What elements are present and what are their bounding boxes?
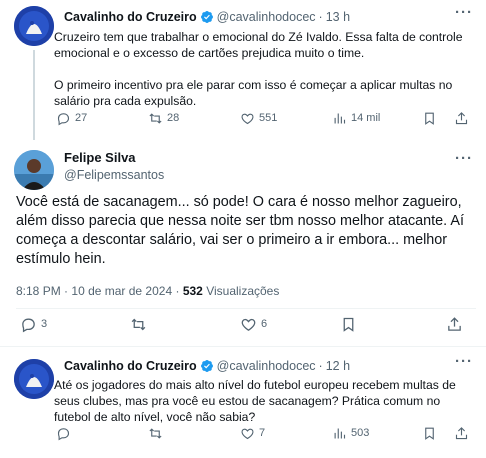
like-count: 6 (261, 318, 268, 330)
like-icon (241, 113, 254, 124)
author-name[interactable]: Cavalinho do Cruzeiro (64, 10, 197, 24)
avatar[interactable] (14, 6, 54, 46)
verified-icon (200, 10, 214, 24)
bookmark-button[interactable] (422, 111, 437, 126)
tweet-time[interactable]: 8:18 PM (16, 284, 61, 298)
bookmark-icon (425, 112, 434, 125)
author-handle[interactable]: @cavalinhodocec (217, 10, 316, 24)
views-icon (334, 113, 346, 123)
author-name[interactable]: Cavalinho do Cruzeiro (64, 359, 197, 373)
like-icon (241, 428, 254, 439)
separator-dot: · (318, 10, 323, 24)
avatar[interactable] (14, 359, 54, 399)
like-count: 7 (259, 427, 266, 439)
more-icon[interactable]: ··· (455, 4, 473, 21)
tweet-cavalinho-1[interactable]: Cavalinho do Cruzeiro @cavalinhodocec · … (0, 0, 486, 140)
main-author: Felipe Silva @Felipemssantos (64, 150, 164, 182)
tweet-time[interactable]: 12 h (326, 359, 350, 373)
bookmark-icon (343, 317, 354, 332)
share-button[interactable] (446, 316, 463, 333)
repost-icon (149, 427, 162, 439)
tweet-date[interactable]: 10 de mar de 2024 (71, 284, 172, 298)
separator-dot: · (318, 359, 323, 373)
tweet-header: Cavalinho do Cruzeiro @cavalinhodocec · … (64, 10, 350, 24)
share-icon (455, 426, 468, 439)
views-button[interactable]: 503 (332, 426, 369, 441)
share-button[interactable] (454, 111, 469, 126)
divider (16, 308, 476, 309)
views-label: Visualizações (206, 284, 280, 298)
bookmark-icon (425, 427, 434, 440)
reply-icon (57, 427, 70, 440)
bookmark-button[interactable] (422, 426, 437, 441)
tweet-time[interactable]: 13 h (326, 10, 350, 24)
tweet-header: Cavalinho do Cruzeiro @cavalinhodocec · … (64, 359, 350, 373)
bookmark-button[interactable] (340, 316, 357, 333)
avatar-image (14, 150, 54, 190)
more-icon[interactable]: ··· (455, 150, 473, 167)
like-icon (241, 318, 256, 331)
avatar-image (14, 6, 54, 46)
tweet-meta: 8:18 PM · 10 de mar de 2024 · 532 Visual… (16, 284, 280, 298)
like-button[interactable]: 7 (240, 426, 265, 441)
repost-button[interactable]: 28 (148, 111, 179, 126)
like-button[interactable]: 6 (240, 316, 267, 333)
views-count: 14 mil (351, 112, 381, 124)
author-name[interactable]: Felipe Silva (64, 150, 136, 165)
tweet-cavalinho-2[interactable]: Cavalinho do Cruzeiro @cavalinhodocec · … (0, 347, 486, 458)
tweet-text: Você está de sacanagem... só pode! O car… (16, 194, 464, 267)
tweet-text: Até os jogadores do mais alto nível do f… (54, 378, 456, 424)
thread-line (33, 50, 35, 140)
like-button[interactable]: 551 (240, 111, 277, 126)
views-icon (334, 428, 346, 438)
tweet-text: Cruzeiro tem que trabalhar o emocional d… (54, 30, 463, 108)
share-icon (448, 316, 461, 331)
share-icon (455, 111, 468, 124)
repost-icon (131, 318, 146, 330)
like-count: 551 (259, 112, 278, 124)
reply-button[interactable]: 3 (20, 316, 47, 333)
repost-count: 28 (167, 112, 180, 124)
author-handle[interactable]: @cavalinhodocec (217, 359, 316, 373)
verified-icon (200, 359, 214, 373)
reply-icon (22, 318, 35, 332)
avatar[interactable] (14, 150, 54, 190)
share-button[interactable] (454, 426, 469, 441)
repost-button[interactable] (130, 316, 147, 333)
reply-icon (57, 112, 70, 125)
views-button[interactable]: 14 mil (332, 111, 380, 126)
repost-button[interactable] (148, 426, 163, 441)
avatar-image (14, 359, 54, 399)
reply-count: 27 (75, 112, 88, 124)
reply-count: 3 (41, 318, 48, 330)
author-handle[interactable]: @Felipemssantos (64, 168, 164, 182)
reply-button[interactable]: 27 (56, 111, 87, 126)
repost-icon (149, 112, 162, 124)
views-count: 532 (182, 284, 203, 298)
reply-button[interactable] (56, 426, 71, 441)
views-count: 503 (351, 427, 370, 439)
more-icon[interactable]: ··· (455, 353, 473, 370)
